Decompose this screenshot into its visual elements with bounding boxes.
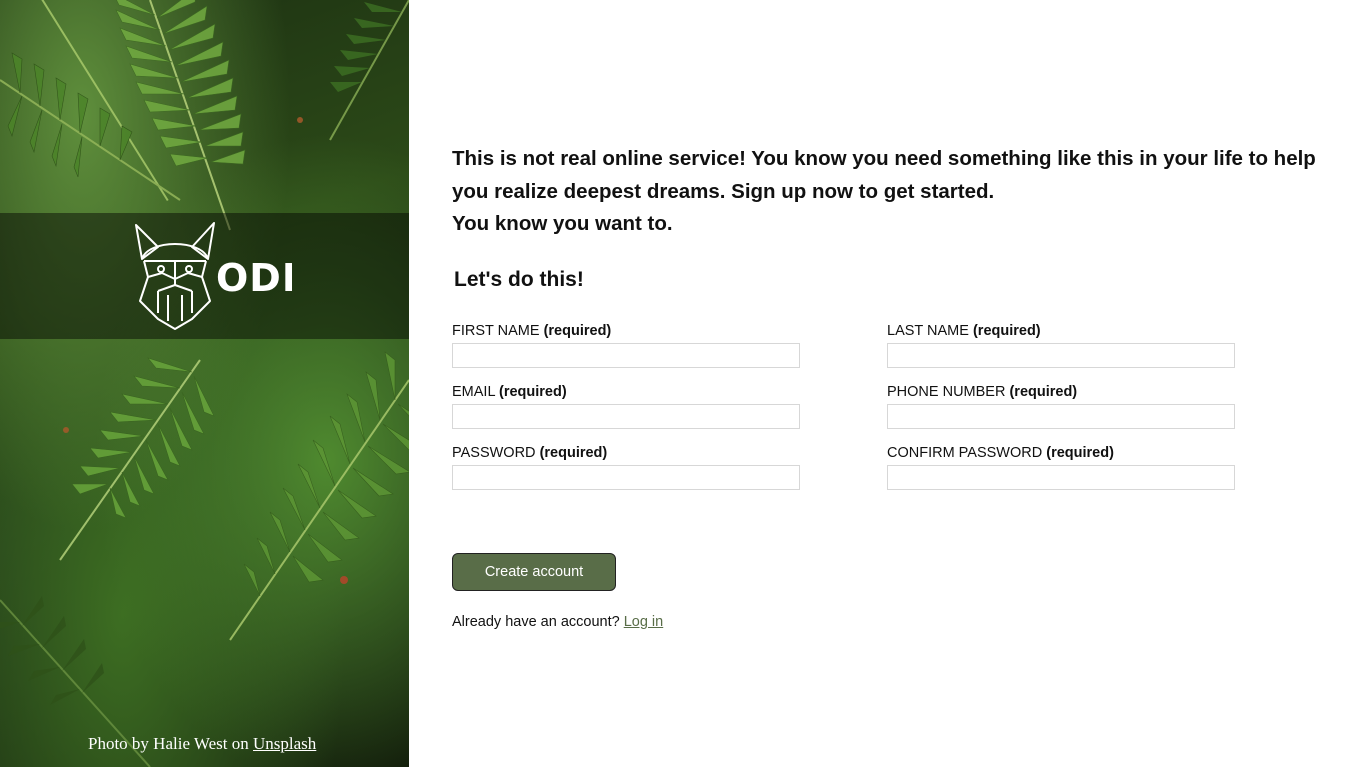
phone-input[interactable] xyxy=(887,404,1235,429)
intro-line-2: You know you want to. xyxy=(452,212,673,235)
photo-credit-text: Photo by Halie West on xyxy=(88,734,254,753)
password-input[interactable] xyxy=(452,465,800,490)
brand-logo: ODIN xyxy=(122,221,292,333)
intro-text: This is not real online service! You kno… xyxy=(452,143,1322,241)
viking-helmet-icon: ODIN xyxy=(135,222,292,330)
login-prompt: Already have an account? Log in xyxy=(452,614,663,630)
first-name-label: FIRST NAME (required) xyxy=(452,323,612,339)
password-label: PASSWORD (required) xyxy=(452,445,608,461)
confirm-password-input[interactable] xyxy=(887,465,1235,490)
form-title: Let's do this! xyxy=(454,268,584,291)
last-name-label: LAST NAME (required) xyxy=(887,323,1041,339)
fern-photo-illustration xyxy=(0,0,409,767)
email-group: EMAIL (required) xyxy=(452,382,800,429)
email-input[interactable] xyxy=(452,404,800,429)
confirm-password-group: CONFIRM PASSWORD (required) xyxy=(887,443,1235,490)
email-label: EMAIL (required) xyxy=(452,384,567,400)
login-link[interactable]: Log in xyxy=(624,614,664,630)
last-name-input[interactable] xyxy=(887,343,1235,368)
first-name-input[interactable] xyxy=(452,343,800,368)
photo-credit: Photo by Halie West on Unsplash xyxy=(88,734,316,754)
phone-label: PHONE NUMBER (required) xyxy=(887,384,1078,400)
unsplash-link[interactable]: Unsplash xyxy=(253,734,316,753)
password-group: PASSWORD (required) xyxy=(452,443,800,490)
intro-line-1: This is not real online service! You kno… xyxy=(452,147,1316,203)
phone-group: PHONE NUMBER (required) xyxy=(887,382,1235,429)
create-account-button[interactable]: Create account xyxy=(452,553,616,591)
brand-name: ODIN xyxy=(216,256,292,300)
background-photo-panel: ODIN Photo by Halie West on Unsplash xyxy=(0,0,409,767)
login-prompt-text: Already have an account? xyxy=(452,614,624,630)
first-name-group: FIRST NAME (required) xyxy=(452,321,800,368)
last-name-group: LAST NAME (required) xyxy=(887,321,1235,368)
confirm-password-label: CONFIRM PASSWORD (required) xyxy=(887,445,1114,461)
